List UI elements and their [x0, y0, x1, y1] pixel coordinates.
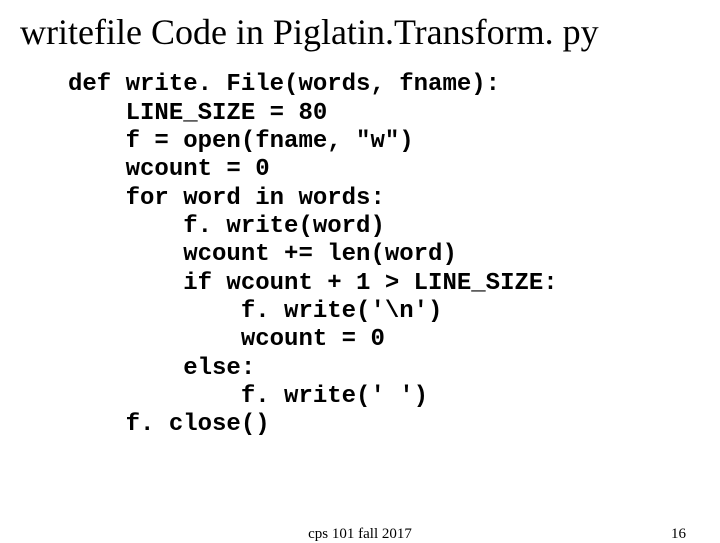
code-line: wcount += len(word) — [68, 241, 457, 268]
code-line: LINE_SIZE = 80 — [68, 100, 327, 127]
code-line: wcount = 0 — [68, 156, 270, 183]
code-line: f = open(fname, "w") — [68, 128, 414, 155]
code-line: f. write(' ') — [68, 383, 428, 410]
footer-course: cps 101 fall 2017 — [0, 526, 720, 543]
code-block: def write. File(words, fname): LINE_SIZE… — [68, 71, 700, 439]
slide: writefile Code in Piglatin.Transform. py… — [0, 0, 720, 540]
footer-page-number: 16 — [671, 526, 686, 543]
code-line: for word in words: — [68, 185, 385, 212]
code-line: wcount = 0 — [68, 326, 385, 353]
code-line: else: — [68, 355, 255, 382]
code-line: f. write('\n') — [68, 298, 442, 325]
code-line: f. write(word) — [68, 213, 385, 240]
code-line: if wcount + 1 > LINE_SIZE: — [68, 270, 558, 297]
code-line: def write. File(words, fname): — [68, 71, 500, 98]
code-line: f. close() — [68, 411, 270, 438]
slide-title: writefile Code in Piglatin.Transform. py — [20, 12, 700, 53]
